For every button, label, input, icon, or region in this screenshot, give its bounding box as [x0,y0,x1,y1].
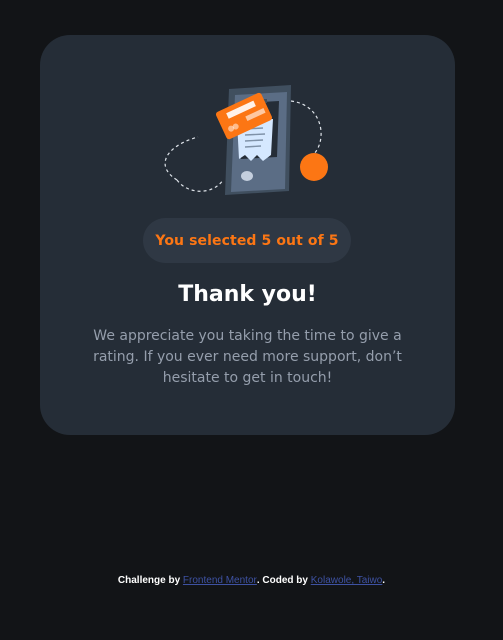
attribution: Challenge by Frontend Mentor. Coded by K… [0,575,503,586]
attribution-suffix: . [382,575,386,586]
orange-dot-icon [300,153,328,181]
rating-result-text: You selected 5 out of 5 [155,232,339,249]
dashed-orbit-icon [164,136,199,181]
thank-you-title: Thank you! [178,282,317,307]
rating-result-badge: You selected 5 out of 5 [143,218,351,263]
thank-you-message: We appreciate you taking the time to giv… [93,328,402,386]
frontend-mentor-link[interactable]: Frontend Mentor [183,575,257,586]
attribution-prefix: Challenge by [117,575,183,586]
attribution-middle: . Coded by [256,575,311,586]
author-link[interactable]: Kolawole, Taiwo [311,575,383,586]
thank-you-card: You selected 5 out of 5 Thank you! We ap… [40,35,455,435]
payment-illustration [164,85,328,195]
